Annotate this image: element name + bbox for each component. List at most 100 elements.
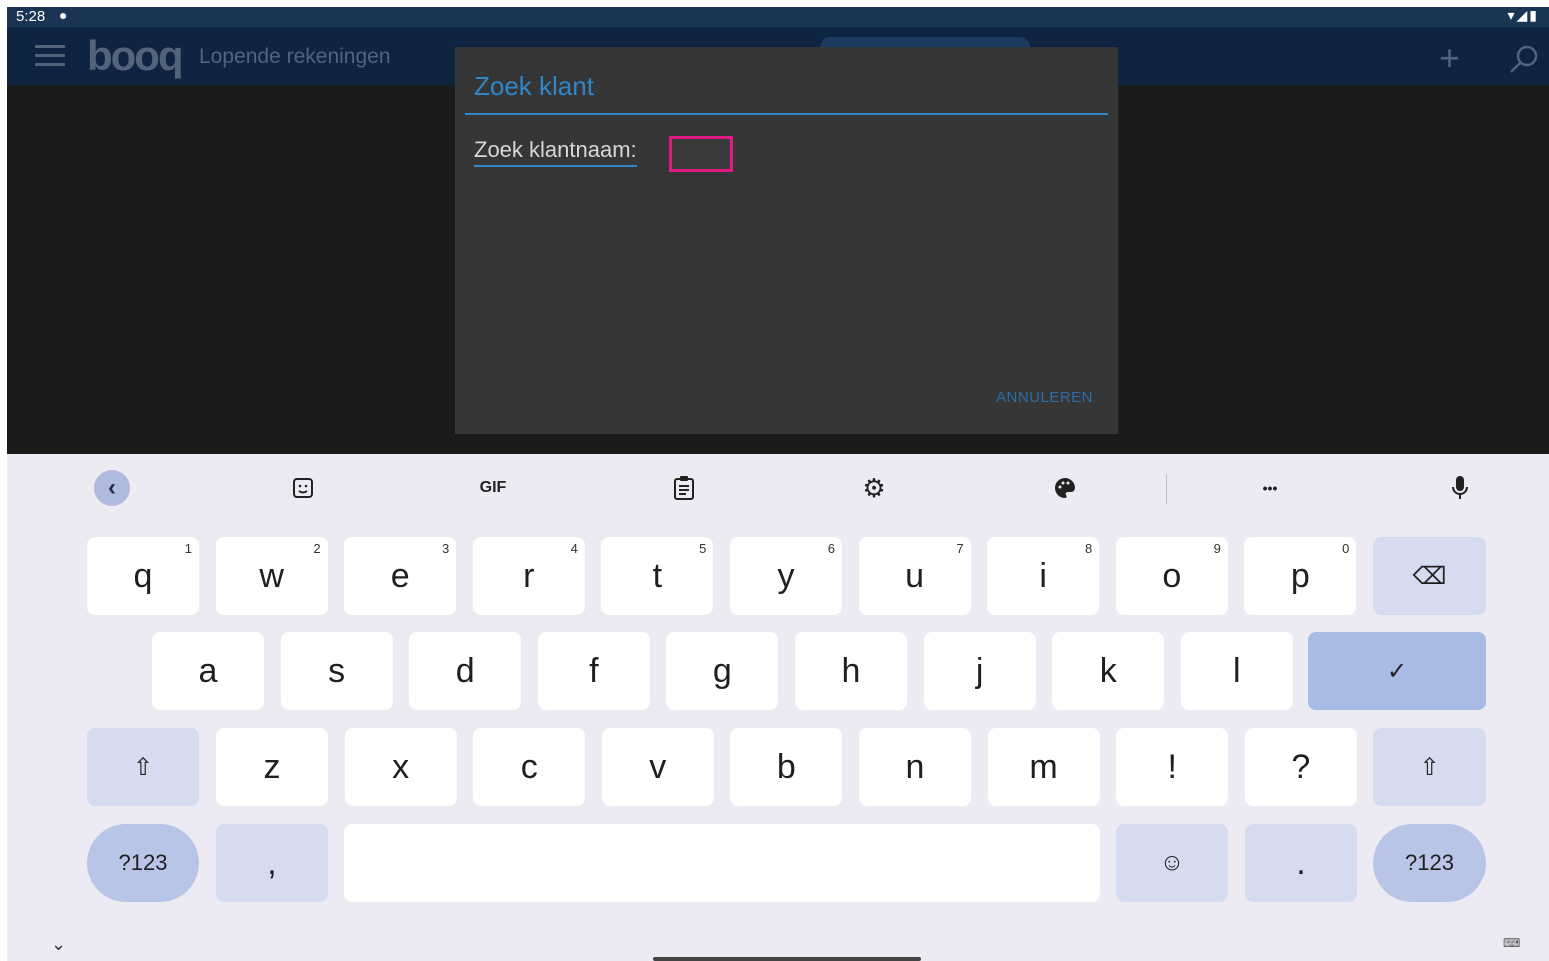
key-x[interactable]: x xyxy=(344,728,457,806)
key-f[interactable]: f xyxy=(537,632,650,710)
key-w-hint: 2 xyxy=(313,541,321,556)
collapse-keyboard-icon[interactable]: ⌄ xyxy=(51,934,66,955)
shift-key-right[interactable]: ⇧ xyxy=(1373,728,1486,806)
symbols-key-left[interactable]: ?123 xyxy=(87,824,199,902)
search-customer-dialog: Zoek klant Zoek klantnaam: ANNULEREN xyxy=(455,47,1118,434)
toolbar-divider xyxy=(1166,474,1167,504)
key-r-label: r xyxy=(523,556,535,595)
key-c-label: c xyxy=(520,747,538,786)
key-v[interactable]: v xyxy=(601,728,714,806)
customer-name-label: Zoek klantnaam: xyxy=(474,137,637,167)
emoji-key[interactable]: ☺ xyxy=(1116,824,1228,902)
key-d-label: d xyxy=(455,651,475,690)
key-e-label: e xyxy=(390,556,410,595)
key-n[interactable]: n xyxy=(859,728,971,806)
tablet-screen: 5:28 ● ▾◢▮ booq Lopende rekeningen + Zoe… xyxy=(7,7,1549,961)
cancel-button[interactable]: ANNULEREN xyxy=(990,388,1099,407)
backspace-key[interactable]: ⌫ xyxy=(1373,537,1486,615)
key-exclamation-label: ! xyxy=(1167,747,1177,786)
key-y-label: y xyxy=(777,556,795,595)
key-p-label: p xyxy=(1290,556,1310,595)
key-g-label: g xyxy=(712,651,732,690)
key-o[interactable]: o9 xyxy=(1115,537,1228,615)
key-j-label: j xyxy=(975,651,984,690)
shift-key-left[interactable]: ⇧ xyxy=(87,728,199,806)
key-q-hint: 1 xyxy=(184,541,192,556)
sticker-icon[interactable] xyxy=(285,470,321,506)
menu-icon[interactable] xyxy=(35,45,65,67)
key-d[interactable]: d xyxy=(409,632,522,710)
key-m-label: m xyxy=(1029,747,1058,786)
sync-icon: ● xyxy=(59,7,68,23)
key-question[interactable]: ? xyxy=(1244,728,1357,806)
enter-key[interactable]: ✓ xyxy=(1308,632,1486,710)
key-exclamation[interactable]: ! xyxy=(1116,728,1229,806)
key-r-hint: 4 xyxy=(570,541,578,556)
status-time: 5:28 xyxy=(16,8,46,25)
key-h-label: h xyxy=(841,651,861,690)
customer-name-input[interactable] xyxy=(669,136,733,172)
key-a-label: a xyxy=(198,651,218,690)
key-i[interactable]: i8 xyxy=(987,537,1100,615)
key-t[interactable]: t5 xyxy=(601,537,714,615)
key-k-label: k xyxy=(1099,651,1117,690)
page-title: Lopende rekeningen xyxy=(199,45,391,68)
key-v-label: v xyxy=(649,747,667,786)
key-e[interactable]: e3 xyxy=(344,537,457,615)
key-x-label: x xyxy=(392,747,410,786)
dialog-title: Zoek klant xyxy=(474,71,594,101)
clipboard-icon[interactable] xyxy=(666,470,702,506)
key-t-hint: 5 xyxy=(699,541,707,556)
key-u-label: u xyxy=(905,556,925,595)
key-c[interactable]: c xyxy=(473,728,586,806)
status-bar: 5:28 ● ▾◢▮ xyxy=(7,7,1549,27)
dialog-divider xyxy=(465,113,1108,115)
key-s-label: s xyxy=(328,651,346,690)
brand-logo: booq xyxy=(87,32,184,79)
key-j[interactable]: j xyxy=(923,632,1036,710)
key-o-label: o xyxy=(1162,556,1182,595)
key-t-label: t xyxy=(652,556,663,595)
keyboard-switch-icon[interactable]: ⌨ xyxy=(1503,936,1520,950)
key-q-label: q xyxy=(133,556,153,595)
key-i-hint: 8 xyxy=(1084,541,1093,556)
key-y-hint: 6 xyxy=(827,541,835,556)
key-o-hint: 9 xyxy=(1213,541,1221,556)
key-b-label: b xyxy=(776,747,796,786)
key-w[interactable]: w2 xyxy=(215,537,328,615)
key-u-hint: 7 xyxy=(956,541,964,556)
key-f-label: f xyxy=(589,651,599,690)
key-h[interactable]: h xyxy=(795,632,907,710)
add-icon[interactable]: + xyxy=(1439,40,1469,76)
search-icon[interactable] xyxy=(1507,43,1541,77)
key-l[interactable]: l xyxy=(1180,632,1293,710)
key-u[interactable]: u7 xyxy=(858,537,971,615)
signal-battery-icons: ▾◢▮ xyxy=(1507,7,1539,23)
key-q[interactable]: q1 xyxy=(87,537,199,615)
microphone-icon[interactable] xyxy=(1442,470,1478,506)
key-k[interactable]: k xyxy=(1052,632,1165,710)
back-icon[interactable]: ‹ xyxy=(94,470,130,506)
space-key[interactable] xyxy=(344,824,1100,902)
key-p[interactable]: p0 xyxy=(1244,537,1357,615)
symbols-key-right[interactable]: ?123 xyxy=(1373,824,1486,902)
key-a[interactable]: a xyxy=(152,632,264,710)
home-indicator[interactable] xyxy=(653,957,921,961)
palette-icon[interactable] xyxy=(1047,470,1083,506)
key-question-label: ? xyxy=(1291,747,1311,786)
key-m[interactable]: m xyxy=(987,728,1100,806)
gear-icon[interactable]: ⚙ xyxy=(856,470,892,506)
key-s[interactable]: s xyxy=(280,632,393,710)
key-z[interactable]: z xyxy=(216,728,328,806)
gif-icon[interactable]: GIF xyxy=(475,470,511,506)
key-r[interactable]: r4 xyxy=(472,537,585,615)
key-n-label: n xyxy=(905,747,925,786)
comma-key[interactable]: , xyxy=(216,824,328,902)
key-y[interactable]: y6 xyxy=(730,537,842,615)
key-e-hint: 3 xyxy=(441,541,450,556)
key-b[interactable]: b xyxy=(730,728,843,806)
more-icon[interactable]: ••• xyxy=(1252,470,1288,506)
period-key[interactable]: . xyxy=(1245,824,1357,902)
key-l-label: l xyxy=(1233,651,1241,690)
key-g[interactable]: g xyxy=(666,632,779,710)
